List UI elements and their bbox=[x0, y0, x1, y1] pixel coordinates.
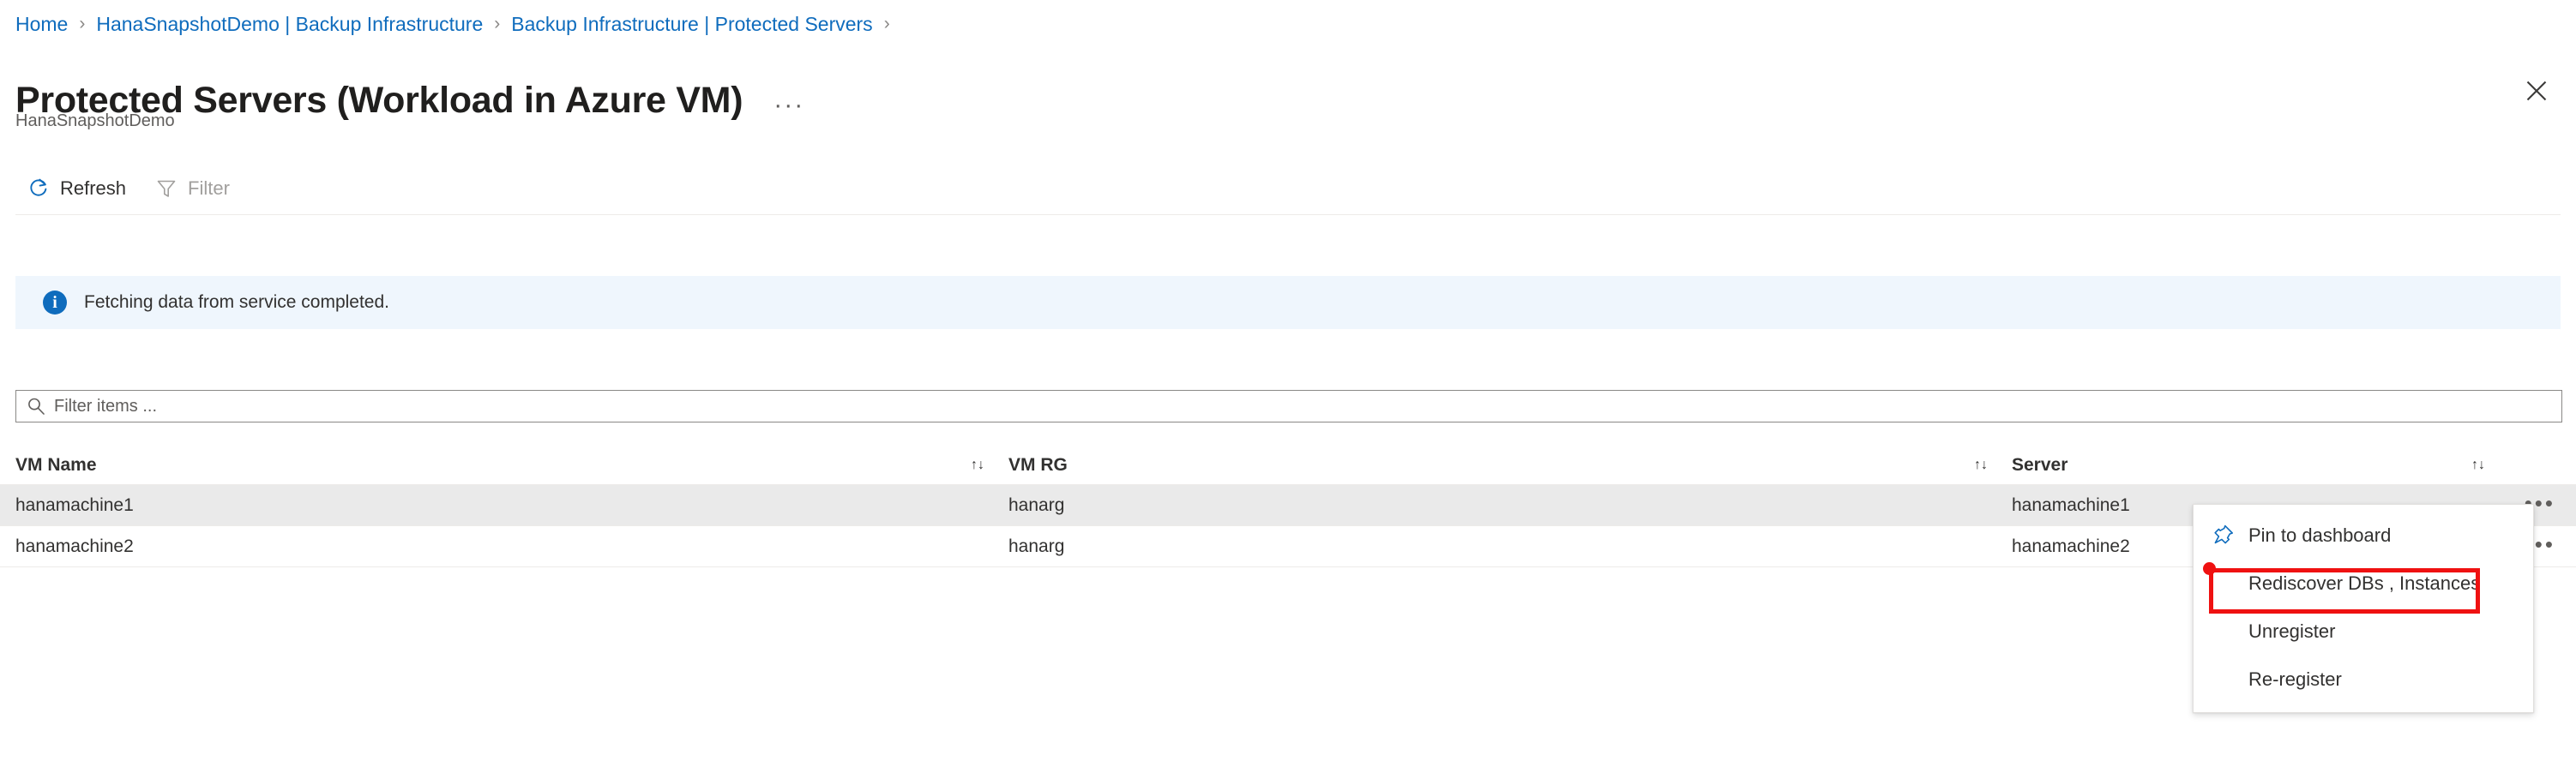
command-bar: Refresh Filter bbox=[0, 165, 2576, 213]
context-menu-item-pin-to-dashboard[interactable]: Pin to dashboard bbox=[2194, 512, 2533, 560]
table-row[interactable]: hanamachine1 hanarg hanamachine1 ••• bbox=[0, 485, 2576, 526]
refresh-icon bbox=[27, 177, 50, 200]
column-header-vm-name[interactable]: VM Name ↑↓ bbox=[15, 454, 1008, 476]
cell-text: hanamachine1 bbox=[2012, 494, 2130, 517]
cell-text: hanamachine2 bbox=[2012, 536, 2130, 558]
no-icon-spacer bbox=[2209, 570, 2236, 597]
cell-vm-name: hanamachine1 bbox=[15, 494, 1008, 517]
context-menu-item-label: Pin to dashboard bbox=[2248, 524, 2391, 548]
sort-icon[interactable]: ↑↓ bbox=[1974, 458, 2012, 473]
filter-items-field[interactable] bbox=[15, 390, 2562, 422]
page-more-actions-button[interactable]: ··· bbox=[768, 93, 810, 117]
cell-text: hanarg bbox=[1008, 536, 1064, 558]
cell-vm-rg: hanarg bbox=[1008, 494, 2012, 517]
funnel-icon bbox=[155, 177, 178, 200]
column-header-vm-rg[interactable]: VM RG ↑↓ bbox=[1008, 454, 2012, 476]
column-header-label: VM RG bbox=[1008, 454, 1068, 476]
close-blade-button[interactable] bbox=[2516, 70, 2557, 111]
notification-message: Fetching data from service completed. bbox=[84, 291, 389, 315]
column-header-label: Server bbox=[2012, 454, 2067, 476]
context-menu-item-re-register[interactable]: Re-register bbox=[2194, 656, 2533, 704]
page-subtitle: HanaSnapshotDemo bbox=[15, 110, 175, 132]
table-row[interactable]: hanamachine2 hanarg hanamachine2 ••• bbox=[0, 526, 2576, 567]
cell-text: hanamachine2 bbox=[15, 536, 134, 558]
search-input[interactable] bbox=[54, 391, 2561, 422]
protected-servers-table: VM Name ↑↓ VM RG ↑↓ Server ↑↓ hanamachin… bbox=[0, 446, 2576, 567]
breadcrumb-item-protected-servers[interactable]: Backup Infrastructure | Protected Server… bbox=[511, 12, 872, 36]
cell-text: hanarg bbox=[1008, 494, 1064, 517]
breadcrumb-item-home[interactable]: Home bbox=[15, 12, 68, 36]
sort-icon[interactable]: ↑↓ bbox=[971, 458, 1008, 473]
column-header-server[interactable]: Server ↑↓ bbox=[2012, 454, 2509, 476]
command-bar-divider bbox=[15, 214, 2561, 215]
status-notification-banner: i Fetching data from service completed. bbox=[15, 276, 2561, 329]
breadcrumb-item-backup-infrastructure[interactable]: HanaSnapshotDemo | Backup Infrastructure bbox=[96, 12, 483, 36]
info-icon: i bbox=[43, 291, 67, 315]
filter-button-label: Filter bbox=[188, 177, 230, 200]
cell-text: hanamachine1 bbox=[15, 494, 134, 517]
cell-vm-name: hanamachine2 bbox=[15, 536, 1008, 558]
breadcrumb-separator-icon: › bbox=[79, 12, 85, 36]
context-menu-item-label: Re-register bbox=[2248, 668, 2342, 692]
breadcrumb: Home › HanaSnapshotDemo | Backup Infrast… bbox=[15, 12, 901, 36]
cell-vm-rg: hanarg bbox=[1008, 536, 2012, 558]
pin-icon bbox=[2209, 522, 2236, 549]
context-menu-item-rediscover-dbs-instances[interactable]: Rediscover DBs , Instances bbox=[2194, 560, 2533, 608]
no-icon-spacer bbox=[2209, 618, 2236, 645]
no-icon-spacer bbox=[2209, 666, 2236, 693]
close-icon bbox=[2525, 80, 2548, 102]
filter-button[interactable]: Filter bbox=[143, 169, 242, 208]
row-context-menu: Pin to dashboard Rediscover DBs , Instan… bbox=[2193, 504, 2534, 713]
table-header-row: VM Name ↑↓ VM RG ↑↓ Server ↑↓ bbox=[0, 446, 2576, 485]
search-icon bbox=[27, 397, 45, 416]
column-header-label: VM Name bbox=[15, 454, 97, 476]
sort-icon[interactable]: ↑↓ bbox=[2471, 458, 2509, 473]
breadcrumb-separator-icon: › bbox=[884, 12, 890, 36]
context-menu-item-label: Unregister bbox=[2248, 620, 2335, 644]
context-menu-item-label: Rediscover DBs , Instances bbox=[2248, 572, 2480, 596]
breadcrumb-separator-icon: › bbox=[494, 12, 500, 36]
refresh-button-label: Refresh bbox=[60, 177, 126, 200]
context-menu-item-unregister[interactable]: Unregister bbox=[2194, 608, 2533, 656]
refresh-button[interactable]: Refresh bbox=[15, 169, 138, 208]
page-title-row: Protected Servers (Workload in Azure VM)… bbox=[15, 53, 810, 147]
azure-portal-blade: Home › HanaSnapshotDemo | Backup Infrast… bbox=[0, 0, 2576, 773]
